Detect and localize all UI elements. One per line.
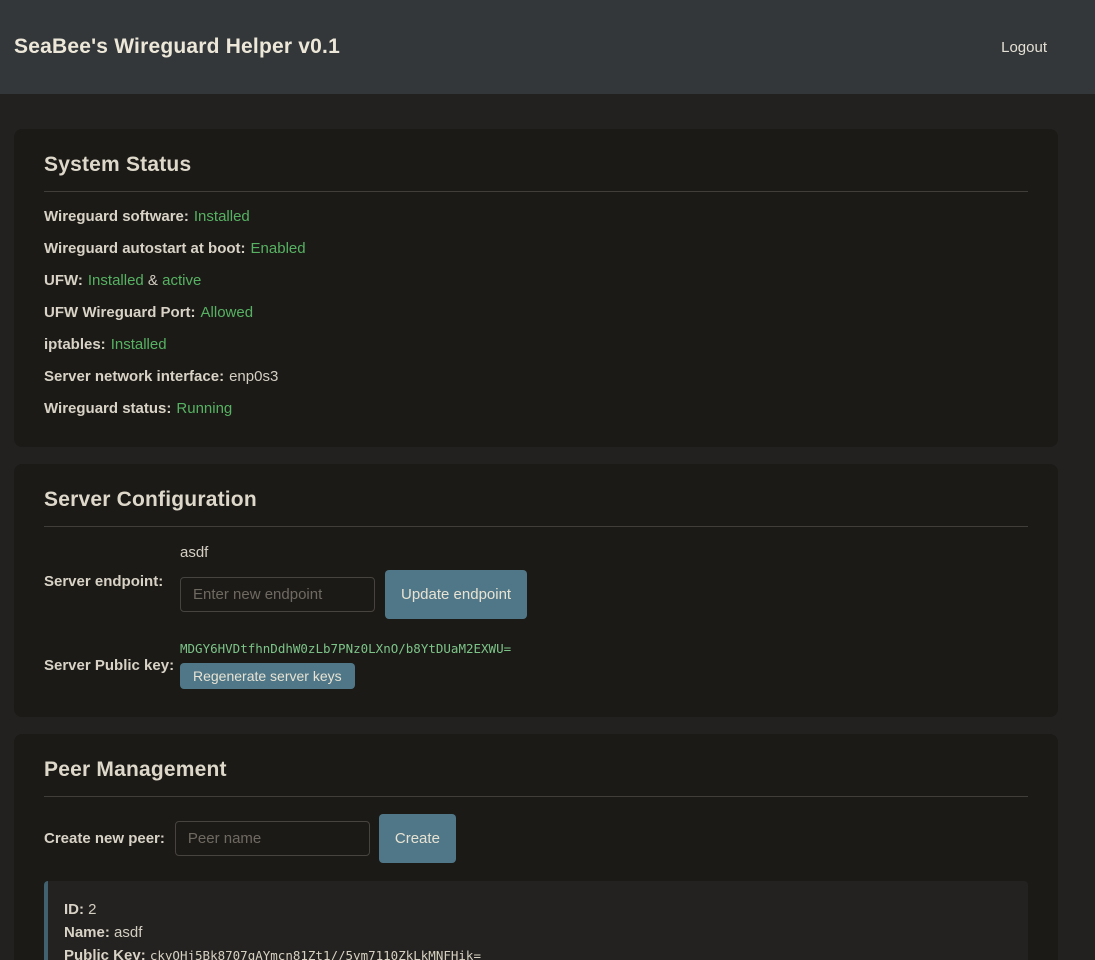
peer-card: ID: 2Name: asdfPublic Key: ckyOHj5Bk8707… <box>44 881 1028 960</box>
server-public-key-value: MDGY6HVDtfhnDdhW0zLb7PNz0LXnO/b8YtDUaM2E… <box>180 641 511 656</box>
server-endpoint-label: Server endpoint: <box>44 573 180 590</box>
divider <box>44 191 1028 192</box>
peer-list: ID: 2Name: asdfPublic Key: ckyOHj5Bk8707… <box>44 881 1028 960</box>
regenerate-keys-button[interactable]: Regenerate server keys <box>180 663 355 689</box>
status-label: iptables: <box>44 336 106 353</box>
create-peer-row: Create new peer: Create <box>44 814 1028 863</box>
status-value: & <box>144 272 162 289</box>
system-status-list: Wireguard software: Installed Wireguard au… <box>30 209 1042 417</box>
system-status-heading: System Status <box>30 153 1042 177</box>
system-status-panel: System Status Wireguard software: Install… <box>14 129 1058 447</box>
server-public-key-row: Server Public key: MDGY6HVDtfhnDdhW0zLb7… <box>44 641 1028 689</box>
server-endpoint-row: Server endpoint: asdf Update endpoint <box>44 544 1028 619</box>
status-value: active <box>162 272 201 289</box>
status-row: Server network interface: enp0s3 <box>44 369 1028 385</box>
status-value: Allowed <box>201 304 254 321</box>
status-label: Wireguard software: <box>44 208 189 225</box>
status-value: Installed <box>194 208 250 225</box>
peer-name-input[interactable] <box>175 821 370 856</box>
status-label: Wireguard autostart at boot: <box>44 240 246 257</box>
peer-management-heading: Peer Management <box>30 758 1042 782</box>
peer-name-line: Name: asdf <box>64 921 1008 944</box>
peer-management-panel: Peer Management Create new peer: Create … <box>14 734 1058 960</box>
divider <box>44 526 1028 527</box>
status-label: Wireguard status: <box>44 400 171 417</box>
status-label: UFW: <box>44 272 83 289</box>
status-row: Wireguard software: Installed <box>44 209 1028 225</box>
server-config-heading: Server Configuration <box>30 488 1042 512</box>
status-row: Wireguard autostart at boot: Enabled <box>44 241 1028 257</box>
status-value: Running <box>176 400 232 417</box>
peer-field-value: asdf <box>114 924 142 941</box>
server-endpoint-current-value: asdf <box>180 544 527 561</box>
status-value: enp0s3 <box>229 368 278 385</box>
status-value: Installed <box>88 272 144 289</box>
update-endpoint-button[interactable]: Update endpoint <box>385 570 527 619</box>
peer-public-key-line: Public Key: ckyOHj5Bk8707gAYmcn81Zt1//5y… <box>64 944 1008 960</box>
app-title: SeaBee's Wireguard Helper v0.1 <box>14 35 340 59</box>
peer-field-value: 2 <box>88 901 96 918</box>
status-label: Server network interface: <box>44 368 224 385</box>
create-peer-label: Create new peer: <box>44 830 165 847</box>
logout-link[interactable]: Logout <box>1001 39 1047 56</box>
peer-field-label: Name: <box>64 924 114 941</box>
status-value: Enabled <box>251 240 306 257</box>
status-row: UFW: Installed & active <box>44 273 1028 289</box>
peer-field-value: ckyOHj5Bk8707gAYmcn81Zt1//5ym7110ZkLkMNF… <box>150 948 481 960</box>
status-label: UFW Wireguard Port: <box>44 304 196 321</box>
main-content: System Status Wireguard software: Install… <box>14 129 1058 960</box>
peer-field-label: ID: <box>64 901 88 918</box>
status-row: UFW Wireguard Port: Allowed <box>44 305 1028 321</box>
status-row: iptables: Installed <box>44 337 1028 353</box>
navbar: SeaBee's Wireguard Helper v0.1 Logout <box>0 0 1095 94</box>
endpoint-input[interactable] <box>180 577 375 612</box>
peer-field-label: Public Key: <box>64 947 150 960</box>
peer-id-line: ID: 2 <box>64 898 1008 921</box>
server-public-key-label: Server Public key: <box>44 657 180 674</box>
status-value: Installed <box>111 336 167 353</box>
status-row: Wireguard status: Running <box>44 401 1028 417</box>
divider <box>44 796 1028 797</box>
create-peer-button[interactable]: Create <box>379 814 456 863</box>
server-config-panel: Server Configuration Server endpoint: as… <box>14 464 1058 717</box>
